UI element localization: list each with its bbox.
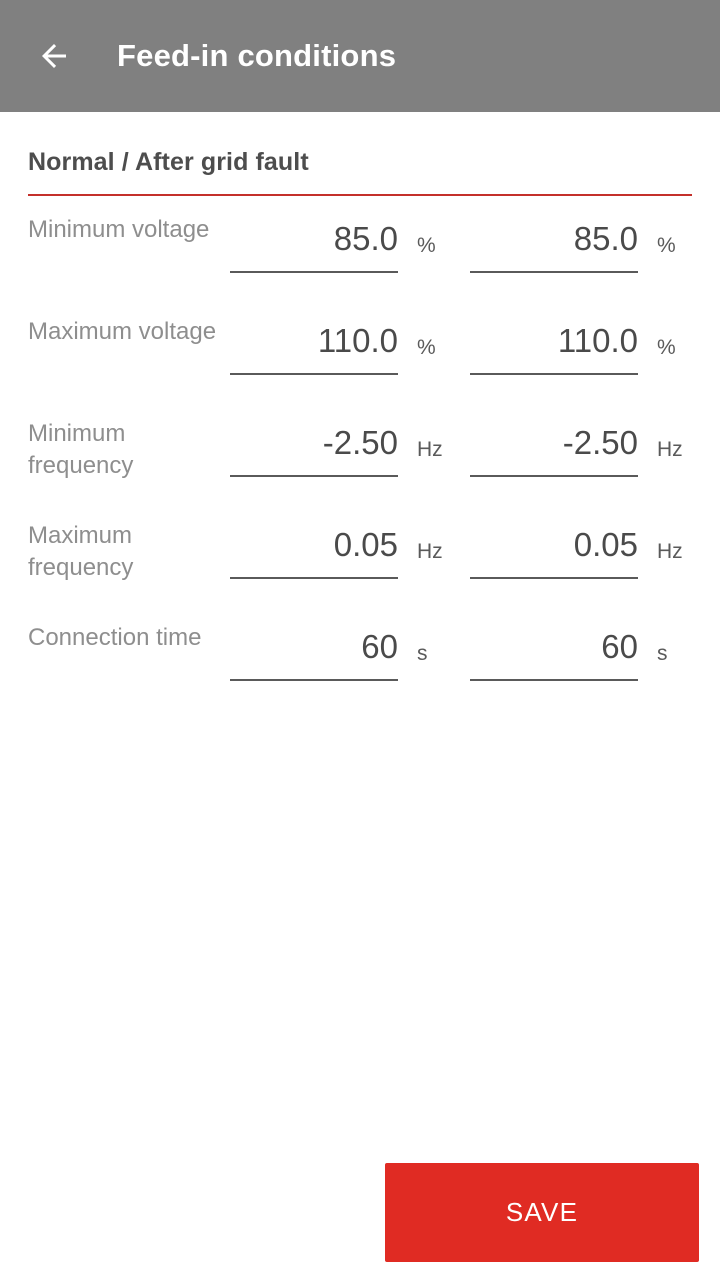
row-label-minimum-voltage: Minimum voltage (28, 216, 210, 243)
app-bar: Feed-in conditions (0, 0, 720, 112)
unit-minimum-voltage-col2: % (657, 234, 676, 257)
unit-maximum-voltage-col2: % (657, 336, 676, 359)
value-minimum-frequency-col1[interactable]: -2.50 (230, 416, 398, 470)
table-row: Connection time 60 s 60 s (0, 606, 720, 708)
table-row: Minimum frequency -2.50 Hz -2.50 Hz (0, 402, 720, 504)
value-minimum-voltage-col2[interactable]: 85.0 (470, 212, 638, 266)
value-maximum-frequency-col1[interactable]: 0.05 (230, 518, 398, 572)
value-connection-time-col2[interactable]: 60 (470, 620, 638, 674)
field-underline (470, 373, 638, 375)
save-button[interactable]: SAVE (385, 1163, 699, 1262)
value-minimum-voltage-col1[interactable]: 85.0 (230, 212, 398, 266)
field-underline (230, 577, 398, 579)
form-rows: Minimum voltage 85.0 % 85.0 % Maximum vo… (0, 198, 720, 708)
field-maximum-frequency-col2[interactable]: 0.05 (470, 518, 638, 582)
section-header: Normal / After grid fault (0, 112, 720, 196)
unit-minimum-frequency-col2: Hz (657, 438, 683, 461)
unit-maximum-frequency-col2: Hz (657, 540, 683, 563)
section-divider (28, 194, 692, 196)
field-minimum-voltage-col1[interactable]: 85.0 (230, 212, 398, 276)
field-underline (230, 271, 398, 273)
table-row: Minimum voltage 85.0 % 85.0 % (0, 198, 720, 300)
field-underline (470, 679, 638, 681)
page-title: Feed-in conditions (117, 38, 397, 73)
field-maximum-voltage-col1[interactable]: 110.0 (230, 314, 398, 378)
field-underline (230, 475, 398, 477)
field-underline (470, 577, 638, 579)
value-maximum-voltage-col2[interactable]: 110.0 (470, 314, 638, 368)
unit-maximum-frequency-col1: Hz (417, 540, 443, 563)
back-arrow-icon[interactable] (26, 28, 82, 84)
row-label-connection-time: Connection time (28, 624, 202, 651)
row-label-maximum-voltage: Maximum voltage (28, 318, 217, 345)
value-maximum-frequency-col2[interactable]: 0.05 (470, 518, 638, 572)
table-row: Maximum frequency 0.05 Hz 0.05 Hz (0, 504, 720, 606)
value-maximum-voltage-col1[interactable]: 110.0 (230, 314, 398, 368)
field-minimum-frequency-col2[interactable]: -2.50 (470, 416, 638, 480)
field-maximum-voltage-col2[interactable]: 110.0 (470, 314, 638, 378)
field-underline (470, 475, 638, 477)
field-minimum-frequency-col1[interactable]: -2.50 (230, 416, 398, 480)
row-label-minimum-frequency: Minimum frequency (28, 420, 134, 479)
unit-connection-time-col1: s (417, 642, 428, 665)
field-minimum-voltage-col2[interactable]: 85.0 (470, 212, 638, 276)
section-title: Normal / After grid fault (28, 148, 309, 176)
unit-minimum-voltage-col1: % (417, 234, 436, 257)
value-connection-time-col1[interactable]: 60 (230, 620, 398, 674)
field-maximum-frequency-col1[interactable]: 0.05 (230, 518, 398, 582)
unit-maximum-voltage-col1: % (417, 336, 436, 359)
field-underline (470, 271, 638, 273)
field-connection-time-col1[interactable]: 60 (230, 620, 398, 684)
row-label-maximum-frequency: Maximum frequency (28, 522, 134, 581)
field-connection-time-col2[interactable]: 60 (470, 620, 638, 684)
field-underline (230, 373, 398, 375)
value-minimum-frequency-col2[interactable]: -2.50 (470, 416, 638, 470)
unit-connection-time-col2: s (657, 642, 668, 665)
unit-minimum-frequency-col1: Hz (417, 438, 443, 461)
field-underline (230, 679, 398, 681)
table-row: Maximum voltage 110.0 % 110.0 % (0, 300, 720, 402)
